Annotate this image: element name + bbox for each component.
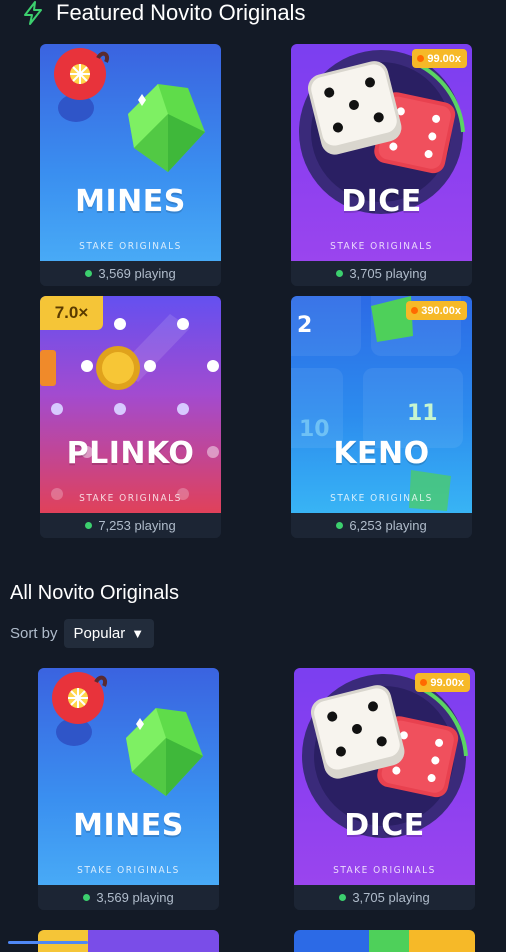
players-count: 3,569 playing: [38, 885, 219, 910]
multiplier-text: 99.00x: [430, 676, 464, 689]
dice-artwork: 99.00x DICE STAKE ORIGINALS: [291, 44, 472, 261]
game-title: KENO: [333, 436, 430, 471]
sort-label: Sort by: [10, 625, 58, 642]
originals-page: Featured Novito Originals MINES STAKE OR…: [0, 0, 506, 952]
online-dot-icon: [85, 522, 93, 529]
lightning-bolt-icon: [24, 1, 42, 25]
keno-tile-2: 2: [297, 313, 312, 338]
coin-icon: [411, 307, 419, 314]
game-title: MINES: [73, 808, 184, 843]
all-section-title: All Novito Originals: [10, 582, 179, 605]
game-brand: STAKE ORIGINALS: [330, 241, 433, 252]
mines-illustration: [54, 48, 205, 172]
players-count-text: 3,705 playing: [352, 890, 430, 905]
game-brand: STAKE ORIGINALS: [79, 493, 182, 504]
game-title: MINES: [75, 184, 186, 219]
game-title: DICE: [341, 184, 422, 219]
multiplier-badge: 99.00x: [415, 673, 470, 692]
dice-artwork: 99.00x DICE STAKE ORIGINALS: [294, 668, 475, 885]
players-count-text: 3,569 playing: [98, 266, 176, 281]
multiplier-text: 390.00x: [421, 304, 461, 317]
game-card-dice[interactable]: 99.00x DICE STAKE ORIGINALS 3,705 playin…: [291, 44, 472, 286]
game-card-dice[interactable]: 99.00x DICE STAKE ORIGINALS 3,705 playin…: [294, 668, 475, 910]
players-count: 3,705 playing: [291, 261, 472, 286]
coin-icon: [420, 679, 428, 686]
mines-artwork: MINES STAKE ORIGINALS: [40, 44, 221, 261]
mines-illustration: [52, 672, 203, 796]
multiplier-badge: 99.00x: [412, 49, 467, 68]
caret-down-icon: ▼: [131, 626, 145, 641]
game-card-mines[interactable]: MINES STAKE ORIGINALS 3,569 playing: [40, 44, 221, 286]
all-title-text: All Novito Originals: [10, 582, 179, 604]
plinko-artwork: 7.0× PLINKO STAKE ORIGINALS: [40, 296, 221, 513]
game-brand: STAKE ORIGINALS: [333, 865, 436, 876]
game-brand: STAKE ORIGINALS: [79, 241, 182, 252]
game-title: DICE: [344, 808, 425, 843]
dice-illustration: [299, 50, 465, 214]
multiplier-text: 7.0×: [54, 303, 89, 322]
players-count-text: 7,253 playing: [98, 518, 176, 533]
online-dot-icon: [85, 270, 93, 277]
featured-title-text: Featured Novito Originals: [56, 0, 306, 25]
keno-tile-11: 11: [407, 401, 438, 426]
multiplier-text: 99.00x: [427, 52, 461, 65]
sort-row: Sort by Popular ▼: [10, 619, 155, 648]
keno-artwork: 2 10 11 390.00x KENO STAKE ORIGINALS: [291, 296, 472, 513]
sort-dropdown[interactable]: Popular ▼: [63, 619, 155, 648]
game-brand: STAKE ORIGINALS: [330, 493, 433, 504]
game-title: PLINKO: [66, 436, 195, 471]
game-card-plinko[interactable]: 7.0× PLINKO STAKE ORIGINALS 7,253 playin…: [40, 296, 221, 538]
players-count-text: 3,705 playing: [349, 266, 427, 281]
sort-value: Popular: [73, 625, 126, 642]
players-count: 3,705 playing: [294, 885, 475, 910]
multiplier-badge: 7.0×: [40, 296, 103, 330]
online-dot-icon: [336, 522, 344, 529]
featured-section-title: Featured Novito Originals: [22, 0, 305, 26]
players-count-text: 6,253 playing: [349, 518, 427, 533]
players-count: 3,569 playing: [40, 261, 221, 286]
game-card-mines[interactable]: MINES STAKE ORIGINALS 3,569 playing: [38, 668, 219, 910]
online-dot-icon: [83, 894, 91, 901]
game-card-keno[interactable]: 2 10 11 390.00x KENO STAKE ORIGINALS 6,2…: [291, 296, 472, 538]
game-card-partial[interactable]: [294, 930, 475, 952]
online-dot-icon: [336, 270, 344, 277]
dice-illustration: [302, 674, 468, 838]
multiplier-badge: 390.00x: [406, 301, 467, 320]
scroll-indicator: [8, 941, 88, 944]
players-count: 7,253 playing: [40, 513, 221, 538]
keno-illustration: 2 10 11: [291, 296, 463, 511]
mines-artwork: MINES STAKE ORIGINALS: [38, 668, 219, 885]
online-dot-icon: [339, 894, 347, 901]
coin-icon: [417, 55, 425, 62]
players-count-text: 3,569 playing: [96, 890, 174, 905]
game-brand: STAKE ORIGINALS: [77, 865, 180, 876]
players-count: 6,253 playing: [291, 513, 472, 538]
